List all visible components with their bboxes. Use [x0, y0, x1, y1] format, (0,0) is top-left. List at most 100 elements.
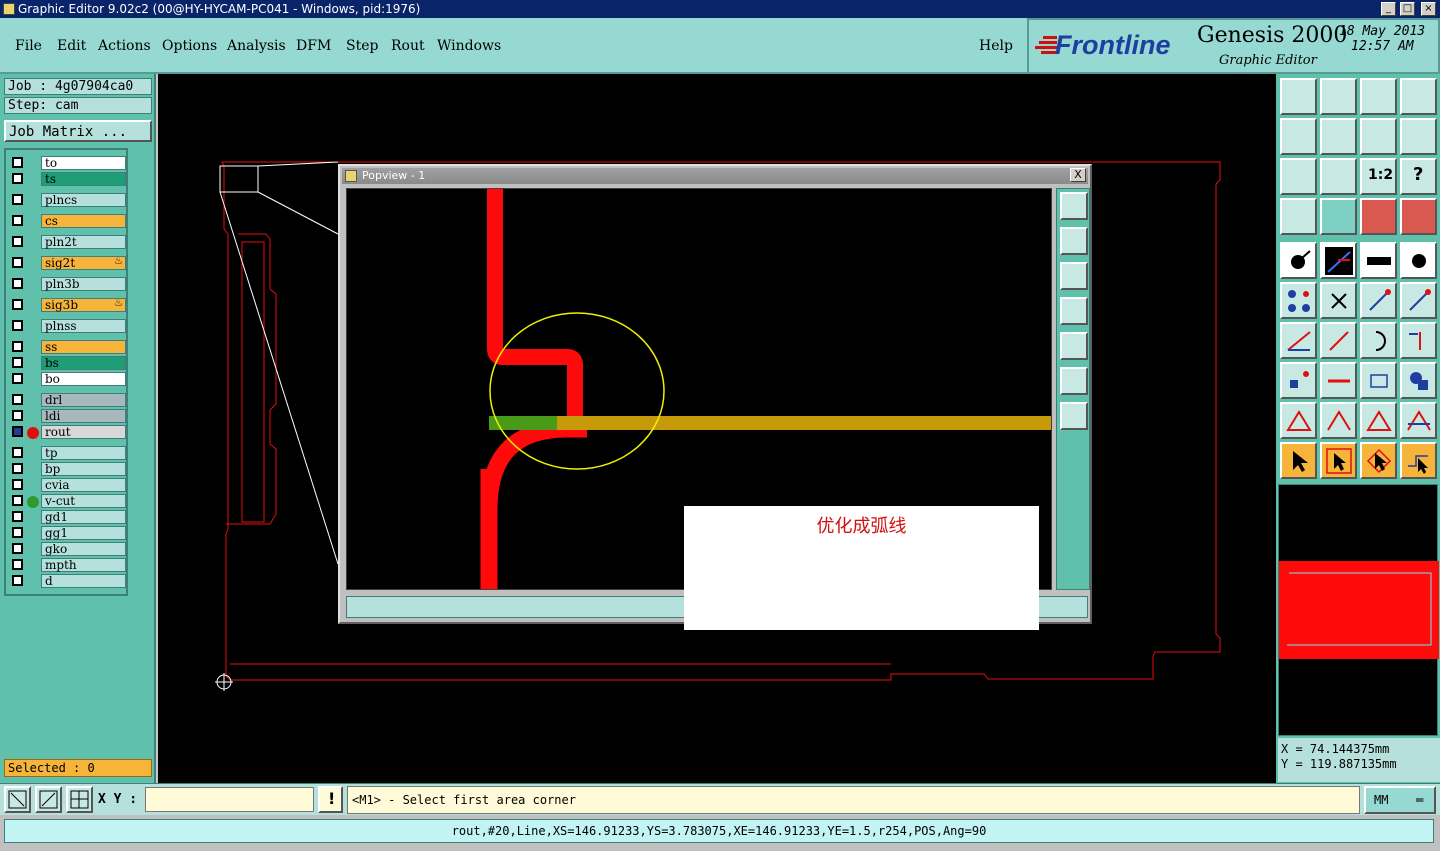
layer-row[interactable]: pln3b	[8, 277, 126, 291]
pointer-box-button[interactable]	[1320, 442, 1357, 479]
menu-help[interactable]: Help	[979, 38, 1013, 54]
alert-icon[interactable]: !	[318, 786, 343, 813]
layer-checkbox[interactable]	[12, 527, 23, 538]
layer-checkbox[interactable]	[12, 299, 23, 310]
home-view-button[interactable]	[1360, 78, 1397, 115]
layer-row[interactable]: ldi	[8, 409, 126, 423]
pan-left-tool-button[interactable]	[1280, 118, 1317, 155]
layer-row[interactable]: gd1	[8, 510, 126, 524]
menu-rout[interactable]: Rout	[391, 38, 425, 54]
ruler-button[interactable]	[1360, 242, 1397, 279]
snap-mode-button[interactable]	[1360, 198, 1397, 235]
layer-checkbox[interactable]	[12, 559, 23, 570]
layer-row[interactable]: gko	[8, 542, 126, 556]
layer-checkbox[interactable]	[12, 575, 23, 586]
horizontal-line-button[interactable]	[1320, 362, 1357, 399]
snap-mode-alt-button[interactable]	[1400, 198, 1437, 235]
layer-checkbox[interactable]	[12, 357, 23, 368]
zoom-out-button[interactable]	[1060, 402, 1088, 430]
layer-row[interactable]: cvia	[8, 478, 126, 492]
pan-right-button[interactable]	[1060, 332, 1088, 360]
grid-toggle-button[interactable]	[1320, 198, 1357, 235]
zoom-1-2-button[interactable]: 1:2	[1360, 158, 1397, 195]
xy-input[interactable]	[145, 787, 314, 812]
layer-checkbox[interactable]	[12, 373, 23, 384]
menu-options[interactable]: Options	[162, 38, 217, 54]
close-window-button[interactable]: ×	[1421, 2, 1436, 16]
window-split-button[interactable]	[1400, 78, 1437, 115]
layer-checkbox[interactable]	[12, 394, 23, 405]
layer-row[interactable]: v-cut	[8, 494, 126, 508]
layer-row-active[interactable]: rout	[8, 425, 126, 439]
layer-row[interactable]: d	[8, 574, 126, 588]
pad-node-button[interactable]	[1280, 362, 1317, 399]
layer-checkbox[interactable]	[12, 278, 23, 289]
overview-map[interactable]	[1278, 484, 1439, 736]
layer-row[interactable]: plncs	[8, 193, 126, 207]
layer-row[interactable]: cs	[8, 214, 126, 228]
pad-button[interactable]	[1400, 242, 1437, 279]
layer-checkbox[interactable]	[12, 426, 23, 437]
dimension-button[interactable]	[1360, 362, 1397, 399]
triangle-frame-button[interactable]	[1360, 402, 1397, 439]
units-select[interactable]: MM ═	[1364, 786, 1436, 814]
layer-checkbox[interactable]	[12, 157, 23, 168]
layer-row[interactable]: bs	[8, 356, 126, 370]
layer-checkbox[interactable]	[12, 543, 23, 554]
angle-button[interactable]	[1280, 322, 1317, 359]
layer-row[interactable]: plnss	[8, 319, 126, 333]
popview-title-bar[interactable]: Popview - 1	[342, 168, 1088, 184]
layer-checkbox[interactable]	[12, 320, 23, 331]
menu-file[interactable]: File	[15, 38, 42, 54]
layer-checkbox[interactable]	[12, 479, 23, 490]
menu-analysis[interactable]: Analysis	[227, 38, 286, 54]
menu-step[interactable]: Step	[346, 38, 378, 54]
select-feature-button[interactable]	[1280, 242, 1317, 279]
line-node-alt-button[interactable]	[1400, 282, 1437, 319]
layer-row[interactable]: ss	[8, 340, 126, 354]
maximize-button[interactable]: □	[1400, 2, 1415, 16]
layer-row[interactable]: ts	[8, 172, 126, 186]
pan-right-tool-button[interactable]	[1320, 118, 1357, 155]
line-node-button[interactable]	[1360, 282, 1397, 319]
layer-row[interactable]: bo	[8, 372, 126, 386]
pan-down-tool-button[interactable]	[1320, 78, 1357, 115]
menu-windows[interactable]: Windows	[437, 38, 501, 54]
layer-row[interactable]: to	[8, 156, 126, 170]
layer-checkbox[interactable]	[12, 194, 23, 205]
menu-edit[interactable]: Edit	[57, 38, 86, 54]
layer-row[interactable]: tp	[8, 446, 126, 460]
zoom-area-button[interactable]	[4, 786, 31, 813]
rotate-view-button[interactable]	[1400, 118, 1437, 155]
layer-row[interactable]: drl	[8, 393, 126, 407]
triangle-alt-button[interactable]	[1320, 402, 1357, 439]
pan-up-button[interactable]	[1060, 227, 1088, 255]
layer-checkbox[interactable]	[12, 236, 23, 247]
layer-row[interactable]: sig2t ♨	[8, 256, 126, 270]
layer-checkbox[interactable]	[12, 447, 23, 458]
connect-button[interactable]	[1280, 282, 1317, 319]
pan-down-button[interactable]	[1060, 262, 1088, 290]
measure-button[interactable]	[1320, 242, 1357, 279]
triangle-button[interactable]	[1280, 402, 1317, 439]
split-button[interactable]	[1400, 322, 1437, 359]
layer-row[interactable]: pln2t	[8, 235, 126, 249]
pointer-path-button[interactable]	[1400, 442, 1437, 479]
pan-up-tool-button[interactable]	[1280, 78, 1317, 115]
pointer-button[interactable]	[1280, 442, 1317, 479]
pan-left-button[interactable]	[1060, 297, 1088, 325]
menu-actions[interactable]: Actions	[98, 38, 151, 54]
layer-row[interactable]: sig3b ♨	[8, 298, 126, 312]
layer-row[interactable]: gg1	[8, 526, 126, 540]
popview-close-button[interactable]: X	[1070, 168, 1086, 182]
zoom-fit-button[interactable]	[1280, 158, 1317, 195]
layer-checkbox[interactable]	[12, 511, 23, 522]
pointer-poly-button[interactable]	[1360, 442, 1397, 479]
shape-button[interactable]	[1400, 362, 1437, 399]
zoom-center-button[interactable]	[1320, 158, 1357, 195]
arc-button[interactable]	[1360, 322, 1397, 359]
layer-checkbox[interactable]	[12, 495, 23, 506]
triangle-split-button[interactable]	[1400, 402, 1437, 439]
layer-checkbox[interactable]	[12, 410, 23, 421]
zoom-in-button[interactable]	[1060, 367, 1088, 395]
